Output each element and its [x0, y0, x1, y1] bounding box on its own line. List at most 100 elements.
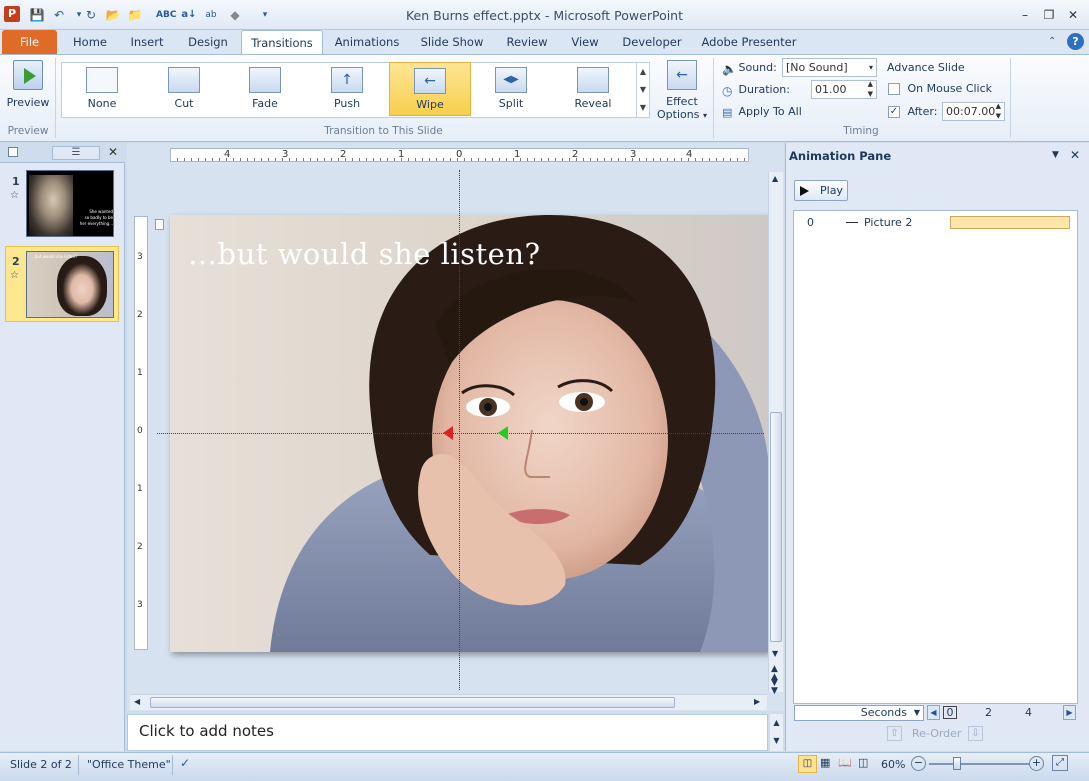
slide-1-animation-star-icon: ☆ — [10, 190, 19, 201]
tab-insert[interactable]: Insert — [125, 30, 169, 55]
scroll-down-icon[interactable]: ▼ — [770, 732, 783, 750]
play-button[interactable]: Play — [794, 180, 848, 201]
slide-1-number: 1 — [12, 175, 20, 188]
transition-cut[interactable]: Cut — [146, 62, 222, 116]
theme-name[interactable]: "Office Theme" — [87, 758, 171, 771]
transition-none[interactable]: None — [64, 62, 140, 116]
motion-path-end-marker-icon[interactable] — [443, 426, 453, 440]
reading-view-icon[interactable]: 📖 — [838, 756, 852, 769]
timeline-forward-icon[interactable]: ▶ — [1063, 705, 1076, 720]
notes-scrollbar[interactable]: ▲ ▼ — [770, 714, 783, 751]
zoom-slider-thumb[interactable] — [953, 757, 961, 770]
transition-fade[interactable]: Fade — [227, 62, 303, 116]
zoom-in-icon[interactable]: + — [1029, 756, 1044, 771]
slide-show-icon[interactable]: ◫ — [858, 756, 868, 769]
tab-review[interactable]: Review — [503, 30, 551, 55]
seconds-dropdown[interactable]: Seconds ▼ — [794, 705, 924, 721]
preview-button[interactable]: Preview — [6, 60, 50, 118]
gallery-more-icon[interactable]: ▼ — [637, 99, 649, 117]
slide-indent-marker[interactable] — [155, 219, 164, 230]
minimize-icon[interactable]: – — [1015, 6, 1035, 24]
slide-2-photo — [57, 256, 107, 316]
slide-sorter-icon[interactable]: ▦ — [820, 756, 830, 769]
scroll-up-icon[interactable]: ▲ — [770, 714, 783, 732]
zoom-slider-track[interactable] — [929, 763, 1029, 765]
effect-options-button[interactable]: ← Effect Options ▾ — [655, 60, 709, 122]
scroll-right-icon[interactable]: ▶ — [754, 697, 760, 706]
sound-dropdown[interactable]: [No Sound] ▾ — [782, 58, 877, 77]
fit-to-window-icon[interactable]: ⤢ — [1052, 755, 1068, 771]
vertical-scrollbar[interactable]: ▲ ▼ ▲ ▲ ▼ ▼ — [768, 172, 783, 696]
after-time-spinner[interactable]: 00:07.00 ▲ ▼ — [942, 102, 1005, 121]
gallery-scroll-up-icon[interactable]: ▲ — [637, 63, 649, 81]
collapse-ribbon-icon[interactable]: ⌃ — [1048, 36, 1056, 47]
pane-options-icon[interactable]: ▼ — [1052, 150, 1059, 160]
close-pane-icon[interactable]: ✕ — [1070, 148, 1080, 162]
spinner-arrows-icon[interactable]: ▲ ▼ — [868, 79, 873, 99]
zoom-level[interactable]: 60% — [881, 758, 905, 771]
slide-caption[interactable]: …but would she listen? — [188, 237, 541, 271]
chevron-down-icon: ▼ — [913, 708, 920, 717]
tab-design[interactable]: Design — [184, 30, 232, 55]
scroll-up-icon[interactable]: ▲ — [772, 174, 778, 183]
transition-none-label: None — [87, 97, 117, 110]
slides-tab-icon[interactable] — [8, 147, 18, 157]
scroll-left-icon[interactable]: ◀ — [134, 697, 140, 706]
animation-item[interactable]: 0 Picture 2 — [794, 213, 1077, 233]
vertical-scroll-thumb[interactable] — [770, 412, 782, 642]
outline-tab-icon[interactable]: ☰ — [52, 146, 100, 160]
normal-view-icon[interactable]: ◫ — [798, 755, 817, 773]
on-mouse-click-checkbox[interactable] — [888, 83, 900, 95]
timeline-ruler[interactable]: ◀ 0 2 4 ▶ — [927, 705, 1077, 721]
motion-path-start-marker-icon[interactable] — [498, 426, 508, 440]
gallery-scroll-down-icon[interactable]: ▼ — [637, 81, 649, 99]
move-down-icon[interactable]: ⇩ — [968, 726, 983, 741]
slide-1-thumbnail[interactable]: She wanted so badly to be her everything… — [26, 170, 114, 237]
transition-wipe[interactable]: ← Wipe — [389, 62, 471, 116]
horizontal-guide[interactable] — [157, 433, 764, 434]
duration-spinner[interactable]: 01.00 ▲ ▼ — [811, 80, 877, 99]
close-icon[interactable]: ✕ — [1063, 6, 1083, 24]
fade-transition-icon — [249, 67, 281, 93]
vertical-ruler[interactable]: 3 2 1 0 1 2 3 — [134, 216, 148, 650]
tab-home[interactable]: Home — [68, 30, 112, 55]
on-mouse-click-label: On Mouse Click — [907, 82, 993, 95]
spinner-arrows-icon[interactable]: ▲ ▼ — [996, 101, 1001, 121]
tab-transitions[interactable]: Transitions — [241, 30, 323, 56]
transition-push[interactable]: ↑ Push — [309, 62, 385, 116]
tab-view[interactable]: View — [566, 30, 604, 55]
animation-list: 0 Picture 2 — [793, 210, 1078, 704]
horizontal-scroll-thumb[interactable] — [150, 697, 675, 708]
tab-slide-show[interactable]: Slide Show — [416, 30, 488, 55]
after-checkbox[interactable]: ✓ — [888, 106, 900, 118]
zoom-out-icon[interactable]: − — [911, 756, 926, 771]
horizontal-ruler[interactable]: 4 3 2 1 0 1 2 3 4 — [170, 148, 749, 162]
maximize-icon[interactable]: ❐ — [1039, 6, 1059, 24]
apply-to-all-button[interactable]: ▤ Apply To All — [722, 105, 802, 119]
tab-adobe-presenter[interactable]: Adobe Presenter — [700, 30, 798, 55]
clock-icon: ◷ — [722, 83, 733, 98]
tab-file[interactable]: File — [2, 30, 57, 55]
gallery-scroll[interactable]: ▲ ▼ ▼ — [636, 63, 649, 117]
notes-placeholder[interactable]: Click to add notes — [139, 722, 274, 740]
help-icon[interactable]: ? — [1067, 33, 1084, 50]
timeline-back-icon[interactable]: ◀ — [927, 705, 940, 720]
slide-2-animation-star-icon: ☆ — [10, 270, 19, 281]
tab-animations[interactable]: Animations — [332, 30, 402, 55]
tab-developer[interactable]: Developer — [620, 30, 684, 55]
slide-2-thumbnail[interactable]: ...but would she listen? — [26, 251, 114, 318]
spell-check-icon[interactable]: ✓ — [180, 756, 190, 770]
animation-pane-title: Animation Pane — [789, 149, 892, 163]
move-up-icon[interactable]: ⇧ — [887, 726, 902, 741]
transition-split[interactable]: ◀▶ Split — [473, 62, 549, 116]
vertical-guide[interactable] — [459, 170, 460, 690]
close-pane-icon[interactable]: ✕ — [108, 145, 118, 159]
notes-pane[interactable]: Click to add notes — [127, 714, 768, 751]
after-time-value: 00:07.00 — [946, 105, 996, 118]
next-slide-icon[interactable]: ▼ ▼ — [771, 679, 778, 696]
horizontal-scrollbar[interactable]: ◀ ▶ — [130, 694, 767, 710]
animation-timing-bar[interactable] — [950, 216, 1070, 229]
transition-reveal[interactable]: Reveal — [555, 62, 631, 116]
scroll-down-icon[interactable]: ▼ — [772, 649, 778, 658]
wipe-transition-icon: ← — [414, 68, 446, 94]
